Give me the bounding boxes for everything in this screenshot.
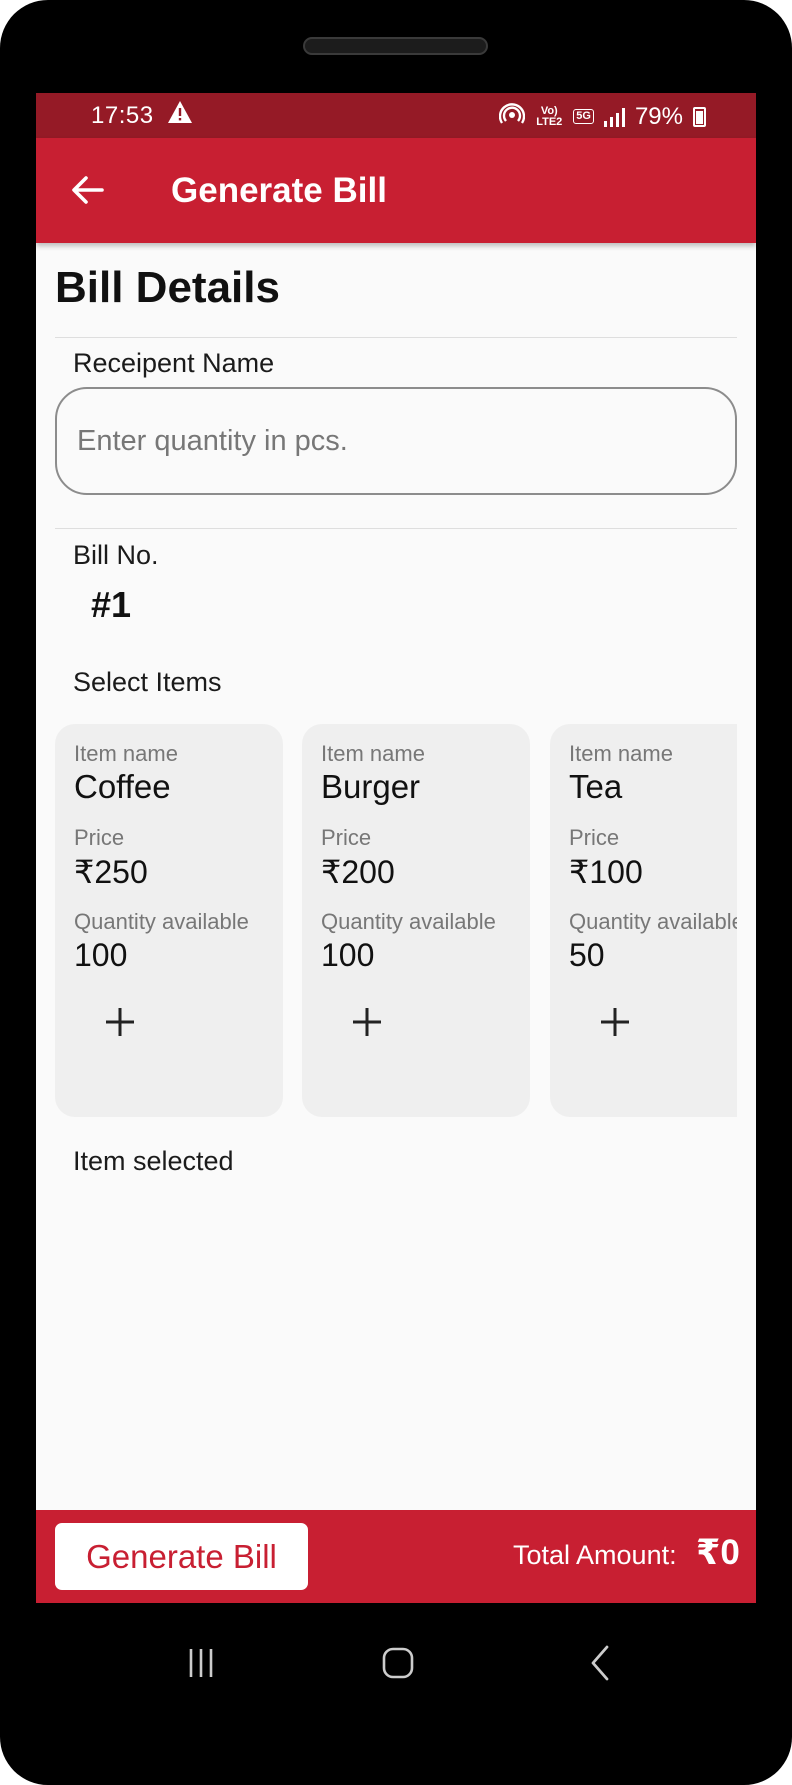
- item-name: Coffee: [74, 768, 171, 805]
- section-title: Bill Details: [55, 263, 280, 312]
- battery-icon: [693, 106, 706, 127]
- plus-icon[interactable]: [100, 1002, 140, 1042]
- item-name-label: Item name: [74, 741, 178, 766]
- home-icon[interactable]: [373, 1641, 423, 1685]
- system-nav-bar: [36, 1603, 756, 1725]
- status-bar: 17:53 Vo) LTE2 5G 79%: [36, 93, 756, 138]
- price-label: Price: [321, 825, 372, 850]
- quantity-label: Quantity available: [74, 909, 249, 934]
- 5g-icon: 5G: [573, 109, 594, 124]
- recents-icon[interactable]: [176, 1641, 226, 1685]
- plus-icon[interactable]: [595, 1002, 635, 1042]
- quantity-label: Quantity available: [321, 909, 496, 934]
- status-time: 17:53: [91, 102, 154, 129]
- app-bar: Generate Bill: [36, 138, 756, 243]
- hotspot-icon: [499, 101, 526, 132]
- items-carousel[interactable]: Item name Coffee Price ₹250 Quantity ava…: [55, 724, 737, 1119]
- item-card-burger: Item name Burger Price ₹200 Quantity ava…: [302, 724, 530, 1117]
- recipient-name-input[interactable]: [55, 387, 737, 495]
- generate-bill-button[interactable]: Generate Bill: [55, 1523, 308, 1590]
- signal-icon: [603, 107, 625, 127]
- select-items-label: Select Items: [73, 667, 222, 697]
- item-name-label: Item name: [321, 741, 425, 766]
- phone-frame: 17:53 Vo) LTE2 5G 79% Generate Bill Bill…: [0, 0, 792, 1785]
- bottom-bar: Generate Bill Total Amount: ₹0: [36, 1510, 756, 1603]
- total-amount-value: ₹0: [696, 1533, 740, 1572]
- warning-icon: [167, 100, 193, 131]
- price-label: Price: [569, 825, 620, 850]
- page-title: Generate Bill: [171, 171, 387, 210]
- price-label: Price: [74, 825, 125, 850]
- item-card-tea: Item name Tea Price ₹100 Quantity availa…: [550, 724, 737, 1117]
- bill-no-value: #1: [91, 584, 132, 625]
- speaker-grille: [303, 37, 488, 55]
- item-quantity: 50: [569, 937, 605, 973]
- divider: [55, 528, 737, 529]
- bill-no-label: Bill No.: [73, 540, 159, 570]
- app-screen: 17:53 Vo) LTE2 5G 79% Generate Bill Bill…: [36, 93, 756, 1603]
- plus-icon[interactable]: [347, 1002, 387, 1042]
- item-quantity: 100: [74, 937, 128, 973]
- divider: [55, 337, 737, 338]
- arrow-left-icon[interactable]: [66, 168, 110, 212]
- quantity-label: Quantity available: [569, 909, 737, 934]
- item-price: ₹200: [321, 854, 395, 890]
- item-name: Burger: [321, 768, 421, 805]
- item-price: ₹100: [569, 854, 643, 890]
- item-name: Tea: [569, 768, 623, 805]
- recipient-label: Receipent Name: [73, 348, 275, 378]
- volte-icon: Vo) LTE2: [536, 104, 563, 128]
- status-icons: Vo) LTE2 5G 79%: [499, 101, 706, 132]
- item-quantity: 100: [321, 937, 375, 973]
- item-card-coffee: Item name Coffee Price ₹250 Quantity ava…: [55, 724, 283, 1117]
- battery-percent: 79%: [634, 102, 683, 130]
- item-name-label: Item name: [569, 741, 673, 766]
- back-icon[interactable]: [575, 1641, 625, 1685]
- item-selected-label: Item selected: [73, 1146, 234, 1176]
- total-amount-label: Total Amount:: [513, 1540, 677, 1570]
- item-price: ₹250: [74, 854, 148, 890]
